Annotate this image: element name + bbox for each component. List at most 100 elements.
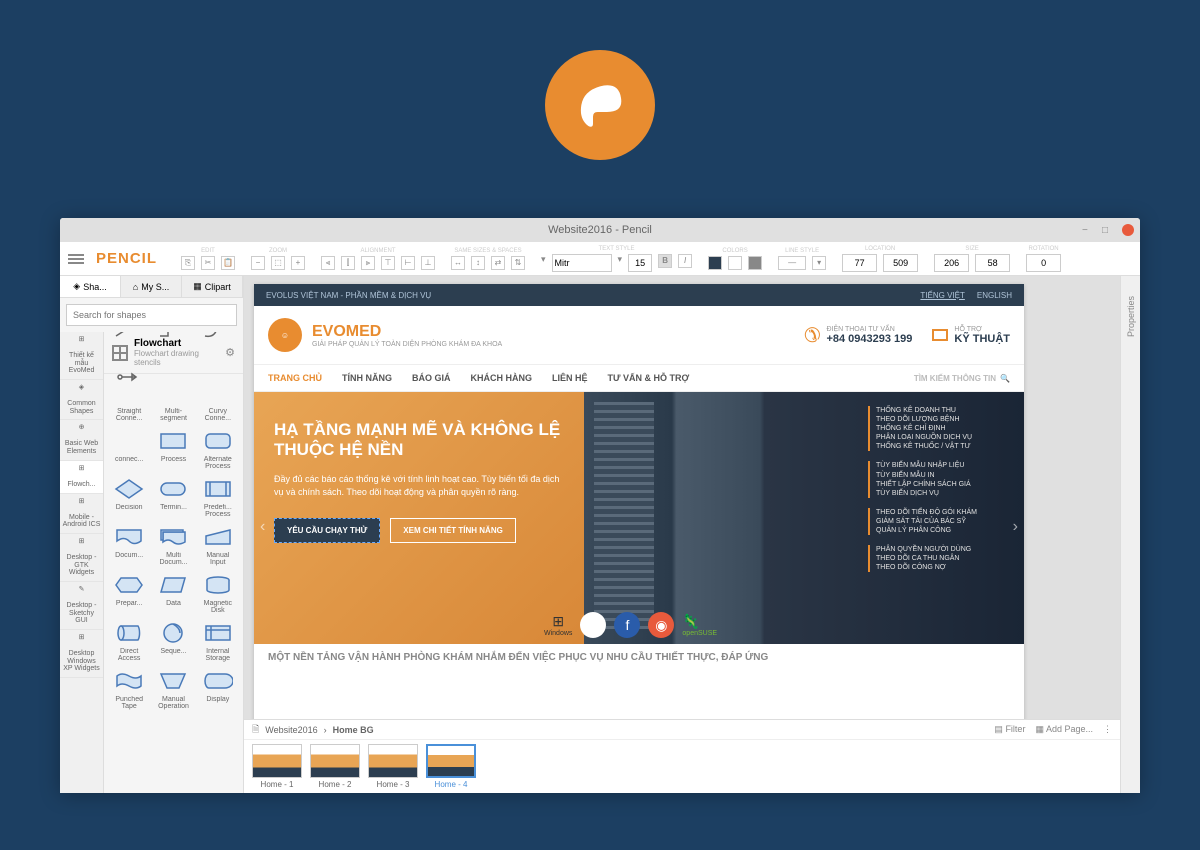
more-icon[interactable]: ⋮ (1103, 724, 1112, 735)
category-item[interactable]: ⊞Mobile - Android ICS (60, 494, 103, 534)
size-h-input[interactable] (975, 254, 1010, 272)
devices-icon (932, 329, 948, 341)
category-item[interactable]: ⊞Thiết kế mẫu EvoMed (60, 332, 103, 380)
loc-x-input[interactable] (842, 254, 877, 272)
canvas-area: EVOLUS VIỆT NAM - PHẦN MỀM & DỊCH VỤ TIẾ… (244, 276, 1120, 793)
main-toolbar: PENCIL EDIT ⎘ ✂ 📋 ZOOM − ⬚ + ALIGNMENT ⫷… (60, 242, 1140, 276)
page-thumbnail[interactable]: Home - 3 (368, 744, 418, 789)
align-middle-button[interactable]: ⊢ (401, 256, 415, 270)
maximize-button[interactable]: □ (1102, 225, 1112, 235)
cut-button[interactable]: ✂ (201, 256, 215, 270)
copy-button[interactable]: ⎘ (181, 256, 195, 270)
shape-stencil[interactable]: Process (152, 426, 194, 472)
category-item[interactable]: ⊞Flowch... (60, 461, 103, 494)
add-page-button[interactable]: ▦ Add Page... (1035, 724, 1093, 735)
design-mockup[interactable]: EVOLUS VIỆT NAM - PHẦN MỀM & DỊCH VỤ TIẾ… (254, 284, 1024, 719)
shape-stencil[interactable]: Magnetic Disk (197, 570, 239, 616)
shape-stencil[interactable]: connec... (108, 426, 150, 472)
search-input[interactable] (66, 304, 237, 326)
shape-stencil[interactable]: Punched Tape (108, 666, 150, 712)
stroke-color-swatch[interactable] (748, 256, 762, 270)
mockup-nav-item: BÁO GIÁ (412, 373, 451, 383)
shape-stencil[interactable]: Curvy Conne... (197, 378, 239, 424)
same-width-button[interactable]: ↔ (451, 256, 465, 270)
line-style-button[interactable]: — (778, 256, 806, 270)
align-center-button[interactable]: ⫿ (341, 256, 355, 270)
align-bottom-button[interactable]: ⊥ (421, 256, 435, 270)
shape-stencil[interactable]: Internal Storage (197, 618, 239, 664)
shape-stencil[interactable]: Alternate Process (197, 426, 239, 472)
bold-button[interactable]: B (658, 254, 672, 268)
align-right-button[interactable]: ⫸ (361, 256, 375, 270)
shape-stencil[interactable]: Display (197, 666, 239, 712)
loc-y-input[interactable] (883, 254, 918, 272)
zoom-in-button[interactable]: + (291, 256, 305, 270)
align-top-button[interactable]: ⊤ (381, 256, 395, 270)
shape-stencil[interactable]: Docum... (108, 522, 150, 568)
font-size-input[interactable] (628, 254, 652, 272)
italic-button[interactable]: I (678, 254, 692, 268)
align-left-button[interactable]: ⫷ (321, 256, 335, 270)
size-w-input[interactable] (934, 254, 969, 272)
category-item[interactable]: ⊞Desktop - GTK Widgets (60, 534, 103, 582)
shape-stencil[interactable]: Manual Operation (152, 666, 194, 712)
layers-icon: ◈ (73, 281, 80, 292)
shape-stencil[interactable]: Predefi... Process (197, 474, 239, 520)
shape-stencil[interactable]: Multi Docum... (152, 522, 194, 568)
space-v-button[interactable]: ⇅ (511, 256, 525, 270)
tab-mystuff[interactable]: ⌂My S... (121, 276, 182, 297)
zoom-reset-button[interactable]: ⬚ (271, 256, 285, 270)
mockup-tagline: GIẢI PHÁP QUẢN LÝ TOÀN DIỆN PHÒNG KHÁM Đ… (312, 341, 502, 348)
properties-panel-collapsed[interactable]: Properties (1120, 276, 1140, 793)
shape-stencil[interactable]: Decision (108, 474, 150, 520)
category-item[interactable]: ⊕Basic Web Elements (60, 420, 103, 460)
font-select[interactable] (552, 254, 612, 272)
hamburger-menu[interactable] (68, 254, 84, 264)
line-weight-button[interactable]: ▾ (812, 256, 826, 270)
close-button[interactable] (1122, 224, 1134, 236)
phone-icon: ✆ (804, 323, 821, 348)
shape-stencil[interactable]: Direct Access (108, 618, 150, 664)
shape-stencil[interactable]: Data (152, 570, 194, 616)
pencil-logo (545, 50, 655, 160)
breadcrumb-page[interactable]: Home BG (333, 725, 374, 735)
category-item[interactable]: ⊞Desktop Windows XP Widgets (60, 630, 103, 678)
window-title: Website2016 - Pencil (548, 224, 652, 236)
left-panel: ◈Sha... ⌂My S... ▦Clipart ⊞Thiết kế mẫu … (60, 276, 244, 793)
shape-stencil[interactable]: Termin... (152, 474, 194, 520)
paste-button[interactable]: 📋 (221, 256, 235, 270)
fill-color-swatch[interactable] (708, 256, 722, 270)
feature-group: PHÂN QUYỀN NGƯỜI DÙNGTHEO DÕI CA THU NGÂ… (868, 545, 1016, 572)
filter-button[interactable]: ▤ Filter (994, 724, 1025, 735)
category-item[interactable]: ◈Common Shapes (60, 380, 103, 420)
titlebar: Website2016 - Pencil − □ (60, 218, 1140, 242)
carousel-next-icon: › (1013, 518, 1018, 536)
rotation-input[interactable] (1026, 254, 1061, 272)
mockup-nav-item: KHÁCH HÀNG (471, 373, 533, 383)
shape-stencil[interactable]: Seque... (152, 618, 194, 664)
image-icon: ▦ (193, 281, 202, 292)
apple-icon (580, 612, 606, 638)
mockup-topbar-text: EVOLUS VIỆT NAM - PHẦN MỀM & DỊCH VỤ (266, 291, 431, 300)
shape-stencil[interactable]: Prepar... (108, 570, 150, 616)
same-height-button[interactable]: ↕ (471, 256, 485, 270)
tab-clipart[interactable]: ▦Clipart (182, 276, 243, 297)
page-thumbnail[interactable]: Home - 4 (426, 744, 476, 789)
breadcrumb-doc[interactable]: Website2016 (265, 725, 317, 735)
tab-shapes[interactable]: ◈Sha... (60, 276, 121, 297)
hero-description: Đầy đủ các báo cáo thống kê với tính lin… (274, 473, 564, 500)
category-item[interactable]: ✎Desktop - Sketchy GUI (60, 582, 103, 630)
mockup-brand: EVOMED (312, 323, 502, 341)
mockup-search: TÌM KIẾM THÔNG TIN🔍 (914, 374, 1010, 383)
zoom-out-button[interactable]: − (251, 256, 265, 270)
shape-stencil[interactable]: Manual Input (197, 522, 239, 568)
page-thumbnail[interactable]: Home - 1 (252, 744, 302, 789)
shape-stencil[interactable]: Multi-segment (152, 378, 194, 424)
minimize-button[interactable]: − (1082, 225, 1092, 235)
space-h-button[interactable]: ⇄ (491, 256, 505, 270)
hero-title: HẠ TẦNG MẠNH MẼ VÀ KHÔNG LỆ THUỘC HỆ NỀN (274, 420, 564, 461)
page-thumbnail[interactable]: Home - 2 (310, 744, 360, 789)
properties-label: Properties (1126, 296, 1136, 337)
text-color-swatch[interactable] (728, 256, 742, 270)
app-brand: PENCIL (96, 250, 157, 267)
